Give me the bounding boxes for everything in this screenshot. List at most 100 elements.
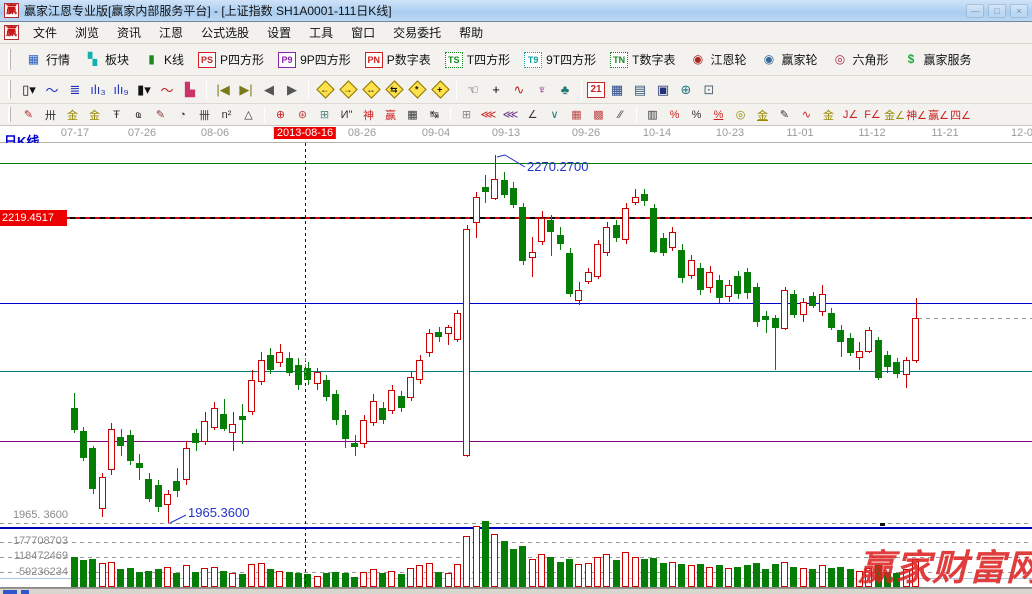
- maximize-button[interactable]: □: [988, 3, 1006, 18]
- diamond-right-button[interactable]: →: [337, 80, 359, 100]
- f-angle-tool[interactable]: F∠: [862, 106, 883, 123]
- fan-red-tool[interactable]: ⋘: [478, 106, 499, 123]
- winner-service-button[interactable]: $ 赢家服务: [897, 49, 978, 70]
- brush-tool[interactable]: ✎: [18, 106, 39, 123]
- comb-tool[interactable]: 卅: [40, 106, 61, 123]
- starburst-tool[interactable]: ⊛: [292, 106, 313, 123]
- 9t-square-button[interactable]: T9 9T四方形: [518, 49, 602, 70]
- angle-line-tool[interactable]: ∠: [522, 106, 543, 123]
- toolbar-grip[interactable]: [8, 80, 11, 99]
- gold-comb2-tool[interactable]: 金: [84, 106, 105, 123]
- comb-plain-tool[interactable]: 卌: [194, 106, 215, 123]
- f-comb-tool[interactable]: Ŧ: [106, 106, 127, 123]
- diamond-hspan-button[interactable]: ↔: [360, 80, 382, 100]
- menu-工具[interactable]: 工具: [300, 22, 342, 43]
- notes-button[interactable]: ▤: [629, 80, 651, 100]
- diamond-star-button[interactable]: *: [406, 80, 428, 100]
- spiral-tool[interactable]: ҩ: [128, 106, 149, 123]
- hexagon-button[interactable]: ◎ 六角形: [826, 49, 895, 70]
- k-mark-tool[interactable]: И": [336, 106, 357, 123]
- p-table-button[interactable]: PN P数字表: [359, 49, 437, 70]
- info-panel-tool[interactable]: ≣: [64, 80, 86, 100]
- nav-prev-button[interactable]: ◀: [258, 80, 280, 100]
- candle-pen-tool[interactable]: ✎: [774, 106, 795, 123]
- n-square-tool[interactable]: n²: [216, 106, 237, 123]
- t-square-button[interactable]: TS T四方形: [439, 49, 516, 70]
- menu-文件[interactable]: 文件: [24, 22, 66, 43]
- shen-angle-tool[interactable]: 神∠: [906, 106, 927, 123]
- grid-frame-tool[interactable]: ⊞: [456, 106, 477, 123]
- nav-first-button[interactable]: |◀: [212, 80, 234, 100]
- toolbar-grip[interactable]: [8, 107, 11, 122]
- gold-angle-tool[interactable]: 金∠: [884, 106, 905, 123]
- calendar-button[interactable]: 21: [587, 81, 605, 98]
- wave-knot-tool[interactable]: ♣: [554, 80, 576, 100]
- kline-chart[interactable]: 2219.4517 1965. 3600 177708703 118472469 59…: [0, 143, 1032, 588]
- diamond-swap-button[interactable]: ⇆: [383, 80, 405, 100]
- gold-circle-tool[interactable]: ◎: [730, 106, 751, 123]
- quotes-button[interactable]: ▦ 行情: [19, 49, 76, 70]
- computer-button[interactable]: ⊡: [698, 80, 720, 100]
- diamond-left-button[interactable]: ←: [314, 80, 336, 100]
- diamond-move-button[interactable]: +: [429, 80, 451, 100]
- column-stats-tool[interactable]: ▥: [642, 106, 663, 123]
- menu-窗口[interactable]: 窗口: [342, 22, 384, 43]
- ying-angle-tool[interactable]: 赢∠: [928, 106, 949, 123]
- kline-style-dropdown[interactable]: ▯▾: [18, 80, 40, 100]
- time-clock-tool[interactable]: ◔: [172, 106, 193, 123]
- ying-tool[interactable]: 赢: [380, 106, 401, 123]
- red-curve-tool[interactable]: 〜: [156, 80, 178, 100]
- gann-trident-tool[interactable]: ♆: [531, 80, 553, 100]
- sectors-button[interactable]: ▚ 板块: [78, 49, 135, 70]
- span-arrow-tool[interactable]: ↹: [424, 106, 445, 123]
- percent-under-tool[interactable]: %: [708, 106, 729, 123]
- candle-style-dropdown[interactable]: ▮▾: [133, 80, 155, 100]
- calculator-button[interactable]: ▦: [606, 80, 628, 100]
- toolbar-grip[interactable]: [8, 48, 11, 71]
- formula-curve-tool[interactable]: 〜: [41, 80, 63, 100]
- zigzag-tool[interactable]: ∿: [508, 80, 530, 100]
- gold-avg-tool[interactable]: 金: [818, 106, 839, 123]
- menu-帮助[interactable]: 帮助: [450, 22, 492, 43]
- si-angle-tool[interactable]: 四∠: [950, 106, 971, 123]
- menu-交易委托[interactable]: 交易委托: [384, 22, 450, 43]
- grid-red2-tool[interactable]: ▩: [588, 106, 609, 123]
- red-pen-tool[interactable]: ✎: [150, 106, 171, 123]
- grid-123-tool[interactable]: ▦: [402, 106, 423, 123]
- bars-3-tool[interactable]: ılı₃: [87, 80, 109, 100]
- menu-资讯[interactable]: 资讯: [108, 22, 150, 43]
- gann-wheel-button[interactable]: ◉ 江恩轮: [683, 49, 752, 70]
- bars-9-tool[interactable]: ılı₉: [110, 80, 132, 100]
- crosshair-tool[interactable]: +: [485, 80, 507, 100]
- t-table-button[interactable]: TN T数字表: [604, 49, 681, 70]
- grid-star-tool[interactable]: ⊞: [314, 106, 335, 123]
- menu-浏览[interactable]: 浏览: [66, 22, 108, 43]
- network-button[interactable]: ⊕: [675, 80, 697, 100]
- wave-red-tool[interactable]: ∿: [796, 106, 817, 123]
- flag-triangle-tool[interactable]: △: [238, 106, 259, 123]
- close-button[interactable]: ×: [1010, 3, 1028, 18]
- percent-slant-tool[interactable]: %: [664, 106, 685, 123]
- gold-line-tool[interactable]: 金: [752, 106, 773, 123]
- menu-设置[interactable]: 设置: [258, 22, 300, 43]
- minimize-button[interactable]: —: [966, 3, 984, 18]
- j-angle-tool[interactable]: J∠: [840, 106, 861, 123]
- menu-公式选股[interactable]: 公式选股: [192, 22, 258, 43]
- gold-comb-tool[interactable]: 金: [62, 106, 83, 123]
- circle-cross-tool[interactable]: ⊕: [270, 106, 291, 123]
- wave-v-tool[interactable]: ∨: [544, 106, 565, 123]
- color-histogram-tool[interactable]: ▙: [179, 80, 201, 100]
- save-button[interactable]: ▣: [652, 80, 674, 100]
- p-square-button[interactable]: PS P四方形: [192, 49, 270, 70]
- winner-wheel-button[interactable]: ◉ 赢家轮: [754, 49, 823, 70]
- 9p-square-button[interactable]: P9 9P四方形: [272, 49, 357, 70]
- grid-red-tool[interactable]: ▦: [566, 106, 587, 123]
- fan-dark-tool[interactable]: ⋘: [500, 106, 521, 123]
- kline-button[interactable]: ▮ K线: [137, 49, 190, 70]
- nav-next-button[interactable]: ▶: [281, 80, 303, 100]
- nav-last-button[interactable]: ▶|: [235, 80, 257, 100]
- hand-tool[interactable]: ☜: [462, 80, 484, 100]
- shen-tool[interactable]: 神: [358, 106, 379, 123]
- percent-tool[interactable]: %: [686, 106, 707, 123]
- slant-lines-tool[interactable]: ⁄⁄: [610, 106, 631, 123]
